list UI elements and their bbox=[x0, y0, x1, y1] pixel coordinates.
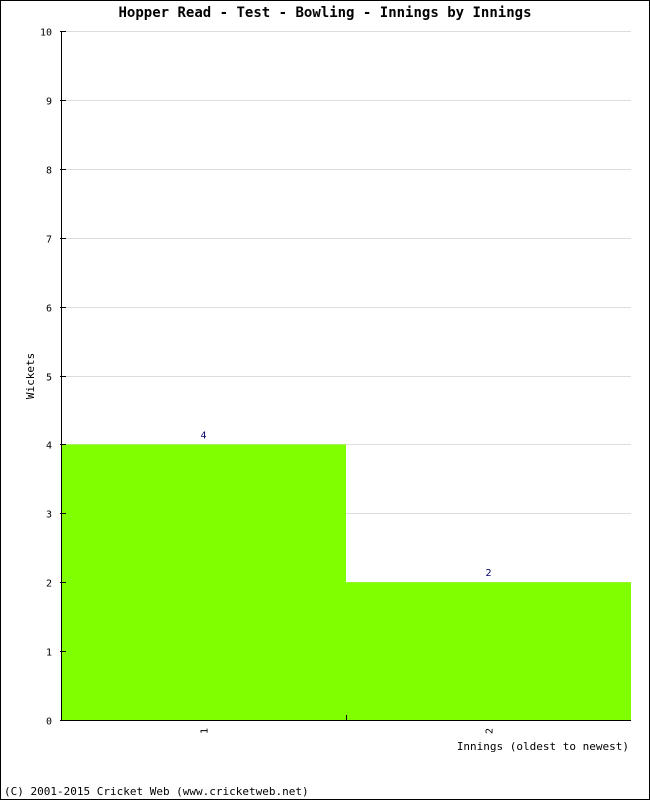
chart-svg: Hopper Read - Test - Bowling - Innings b… bbox=[4, 5, 631, 798]
y-tick-label: 3 bbox=[46, 510, 52, 521]
bar bbox=[346, 582, 631, 720]
copyright-footer: (C) 2001-2015 Cricket Web (www.cricketwe… bbox=[4, 785, 309, 798]
y-tick-label: 9 bbox=[46, 97, 52, 108]
bars bbox=[61, 444, 631, 720]
data-label: 2 bbox=[485, 568, 491, 579]
x-tick-label: 1 bbox=[200, 728, 211, 734]
bar bbox=[61, 444, 346, 720]
y-tick-label: 8 bbox=[46, 166, 52, 177]
y-tick-labels: 0 1 2 3 4 5 6 7 8 9 10 bbox=[40, 28, 52, 728]
y-tick-label: 10 bbox=[40, 28, 52, 39]
x-tick-labels: 12 bbox=[200, 728, 496, 734]
y-tick-label: 6 bbox=[46, 304, 52, 315]
y-tick-label: 4 bbox=[46, 441, 52, 452]
y-tick-label: 5 bbox=[46, 373, 52, 384]
y-tick-label: 0 bbox=[46, 717, 52, 728]
x-tick-label: 2 bbox=[485, 728, 496, 734]
y-tick-label: 2 bbox=[46, 579, 52, 590]
y-tick-label: 7 bbox=[46, 235, 52, 246]
y-axis-label: Wickets bbox=[24, 353, 37, 399]
chart-title: Hopper Read - Test - Bowling - Innings b… bbox=[118, 5, 531, 21]
x-axis-label: Innings (oldest to newest) bbox=[457, 740, 629, 753]
data-label: 4 bbox=[200, 430, 206, 441]
y-tick-label: 1 bbox=[46, 648, 52, 659]
